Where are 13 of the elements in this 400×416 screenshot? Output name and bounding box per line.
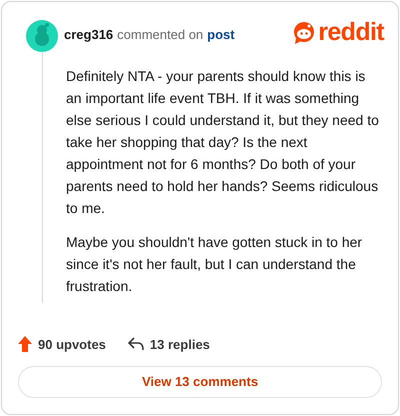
reply-count: 13 replies — [150, 336, 210, 354]
view-comments-button[interactable]: View 13 comments — [18, 366, 382, 398]
upvote-count: 90 upvotes — [38, 336, 106, 354]
post-link[interactable]: post — [207, 24, 235, 44]
upvote-arrow-icon[interactable] — [18, 336, 32, 352]
brand-name: reddit — [318, 20, 384, 45]
comment-paragraph: Definitely NTA - your parents should know this is an important life event TBH. If it was something else serious I could understand it, but they need to take her shopping that day? Is the next appointment not for 6 months? Do both of your parents need to hold her hands? Seems ridiculous to me. — [66, 67, 380, 218]
reply-arrow-icon[interactable] — [128, 337, 144, 352]
author-name[interactable]: creg316 — [64, 24, 114, 44]
alien-logo-icon — [292, 20, 316, 44]
avatar-icon — [25, 19, 59, 53]
action-text: commented on — [117, 26, 204, 44]
comment-paragraph: Maybe you shouldn't have gotten stuck in to her since it's not her fault, but I can understand the frustration. — [66, 233, 364, 296]
